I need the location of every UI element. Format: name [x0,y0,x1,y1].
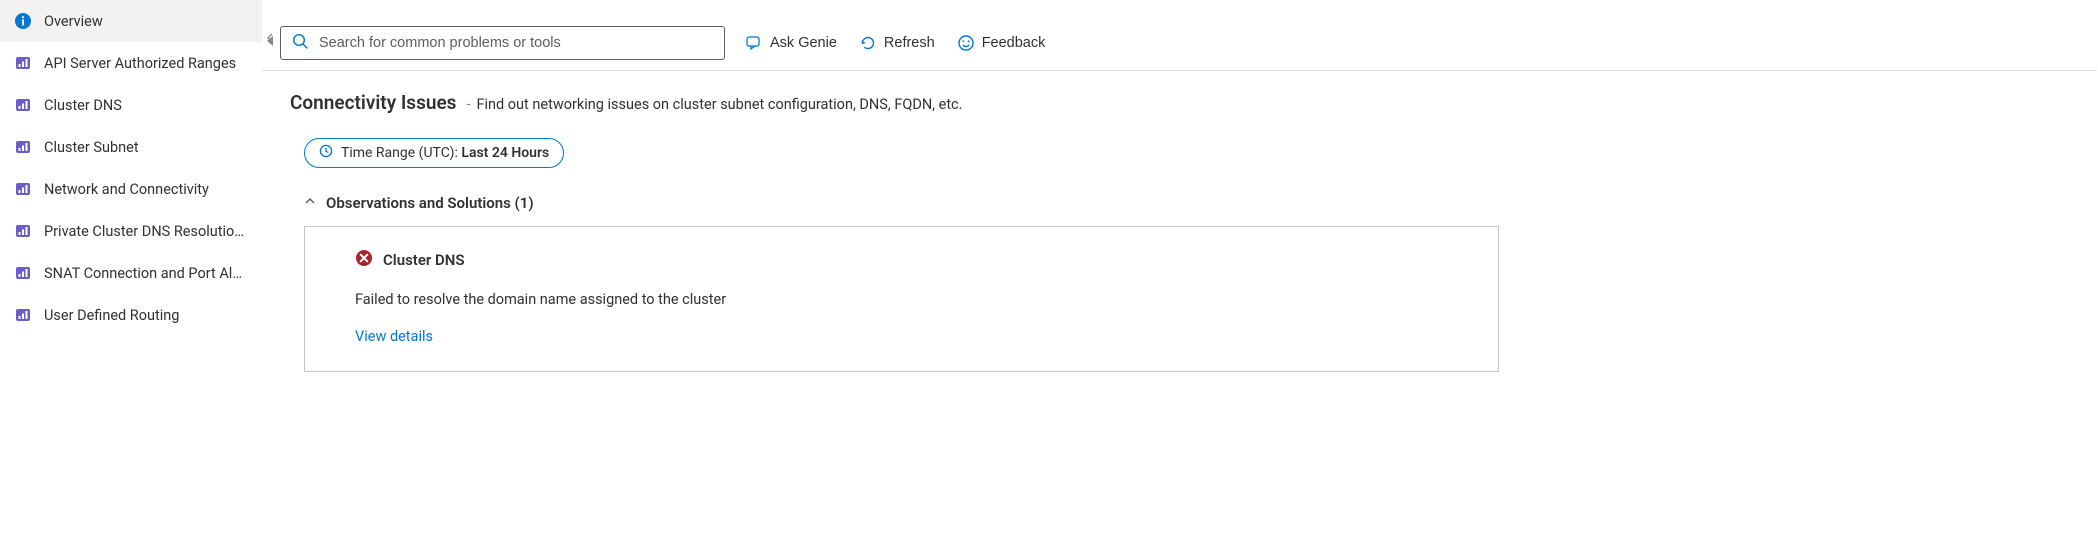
sidebar-item-label: User Defined Routing [44,307,179,324]
refresh-button[interactable]: Refresh [857,30,937,56]
refresh-icon [859,34,877,52]
info-icon [14,12,32,30]
sidebar-item-snat-connection[interactable]: SNAT Connection and Port Al… [0,252,262,294]
observation-card: Cluster DNS Failed to resolve the domain… [304,226,1499,372]
feedback-icon [957,34,975,52]
page-title-row: Connectivity Issues -Find out networking… [290,91,2069,114]
collapse-sidebar-icon[interactable] [265,32,275,46]
sidebar-item-user-defined-routing[interactable]: User Defined Routing [0,294,262,336]
sidebar-item-cluster-dns[interactable]: Cluster DNS [0,84,262,126]
page-body: Connectivity Issues -Find out networking… [262,71,2097,392]
view-details-link[interactable]: View details [355,328,433,345]
sidebar-item-overview[interactable]: Overview [0,0,262,42]
error-icon [355,249,373,271]
diagnostic-icon [14,138,32,156]
time-range-label: Time Range (UTC): Last 24 Hours [341,145,549,161]
sidebar-item-label: Overview [44,13,103,30]
sidebar-item-label: Private Cluster DNS Resolutio… [44,223,244,240]
card-title: Cluster DNS [383,251,465,269]
time-range-pill[interactable]: Time Range (UTC): Last 24 Hours [304,138,564,168]
diagnostic-icon [14,306,32,324]
sidebar-item-label: Cluster Subnet [44,139,139,156]
search-icon [291,32,309,54]
sidebar-item-label: Network and Connectivity [44,181,209,198]
diagnostic-icon [14,264,32,282]
observations-title: Observations and Solutions (1) [326,194,534,212]
refresh-label: Refresh [884,35,935,51]
observations-header[interactable]: Observations and Solutions (1) [304,194,2069,212]
sidebar-item-cluster-subnet[interactable]: Cluster Subnet [0,126,262,168]
diagnostic-icon [14,96,32,114]
diagnostic-icon [14,54,32,72]
sidebar-item-private-cluster-dns[interactable]: Private Cluster DNS Resolutio… [0,210,262,252]
clock-icon [319,144,333,162]
chevron-up-icon [304,195,316,211]
card-title-row: Cluster DNS [355,249,1448,271]
page-subtitle: -Find out networking issues on cluster s… [466,96,962,113]
ask-genie-button[interactable]: Ask Genie [743,30,839,56]
main-content: Ask Genie Refresh Feedback Connectivity … [262,0,2097,538]
time-range-value: Last 24 Hours [461,145,549,161]
sidebar-item-label: SNAT Connection and Port Al… [44,265,242,282]
toolbar: Ask Genie Refresh Feedback [262,0,2097,71]
page-subtitle-text: Find out networking issues on cluster su… [476,96,962,113]
sidebar-item-label: Cluster DNS [44,97,122,114]
feedback-label: Feedback [982,35,1046,51]
diagnostic-icon [14,180,32,198]
feedback-button[interactable]: Feedback [955,30,1048,56]
time-range-prefix: Time Range (UTC): [341,145,461,161]
search-box[interactable] [280,26,725,60]
search-input[interactable] [319,35,714,51]
sidebar: Overview API Server Authorized Ranges Cl… [0,0,262,538]
page-title: Connectivity Issues [290,91,456,114]
card-description: Failed to resolve the domain name assign… [355,291,1448,308]
genie-icon [745,34,763,52]
sidebar-item-label: API Server Authorized Ranges [44,55,236,72]
diagnostic-icon [14,222,32,240]
ask-genie-label: Ask Genie [770,35,837,51]
sidebar-item-network-connectivity[interactable]: Network and Connectivity [0,168,262,210]
sidebar-item-api-server-authorized-ranges[interactable]: API Server Authorized Ranges [0,42,262,84]
